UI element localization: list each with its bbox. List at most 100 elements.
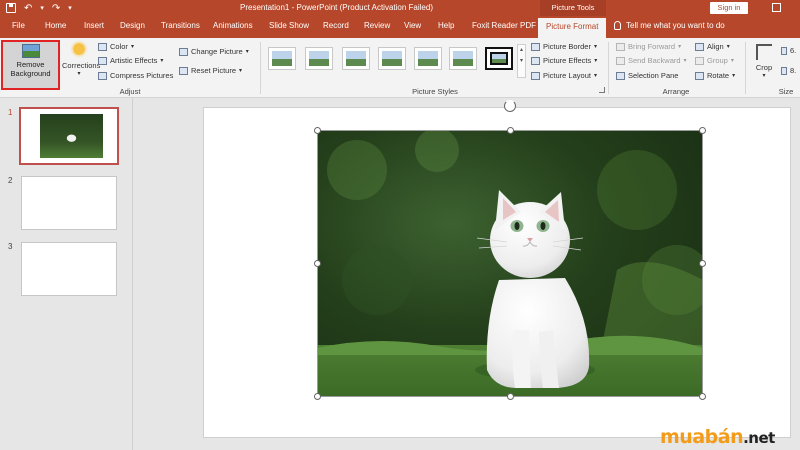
- resize-handle-bottom[interactable]: [507, 393, 514, 400]
- artistic-effects-icon: [98, 56, 107, 65]
- width-field[interactable]: 8.: [781, 66, 796, 75]
- reset-picture-icon: [179, 66, 188, 75]
- resize-handle-top-left[interactable]: [314, 127, 321, 134]
- group-button[interactable]: Group ▾: [695, 56, 734, 65]
- ribbon: Remove Background Corrections ▾ Color ▾ …: [0, 38, 800, 98]
- tab-record[interactable]: Record: [323, 21, 349, 30]
- chevron-down-icon: ▾: [594, 58, 598, 64]
- undo-icon[interactable]: ↶: [24, 3, 32, 14]
- resize-handle-bottom-left[interactable]: [314, 393, 321, 400]
- size-group-label: Size: [778, 87, 794, 96]
- slide-thumbnail-3[interactable]: [21, 242, 117, 296]
- bring-forward-button[interactable]: Bring Forward ▾: [616, 42, 681, 51]
- reset-picture-button[interactable]: Reset Picture ▾: [179, 66, 242, 75]
- picture-layout-label: Picture Layout: [543, 71, 591, 80]
- chevron-down-icon: ▾: [732, 73, 736, 79]
- crop-button[interactable]: Crop ▾: [752, 44, 776, 79]
- crop-icon: [756, 44, 772, 60]
- resize-handle-top-right[interactable]: [699, 127, 706, 134]
- tab-home[interactable]: Home: [45, 21, 66, 30]
- customize-qat-icon[interactable]: ▾: [68, 4, 72, 12]
- group-divider: [745, 42, 746, 94]
- color-button[interactable]: Color ▾: [98, 42, 134, 51]
- chevron-down-icon: ▾: [593, 73, 597, 79]
- chevron-down-icon: ▾: [683, 58, 687, 64]
- tell-me-text: Tell me what you want to do: [626, 21, 725, 30]
- compress-pictures-button[interactable]: Compress Pictures: [98, 71, 173, 80]
- tab-animations[interactable]: Animations: [213, 21, 253, 30]
- save-icon[interactable]: [6, 3, 16, 13]
- picture-style-3[interactable]: [342, 47, 370, 70]
- redo-icon[interactable]: ↷: [52, 3, 60, 14]
- compress-pictures-icon: [98, 71, 107, 80]
- align-button[interactable]: Align ▾: [695, 42, 730, 51]
- watermark-logo: muabán.net: [660, 426, 775, 448]
- tab-help[interactable]: Help: [438, 21, 454, 30]
- picture-border-button[interactable]: Picture Border ▾: [531, 42, 597, 51]
- selection-pane-icon: [616, 71, 625, 80]
- send-backward-icon: [616, 56, 625, 65]
- restore-window-icon[interactable]: [772, 3, 781, 12]
- picture-style-1[interactable]: [268, 47, 296, 70]
- resize-handle-right[interactable]: [699, 260, 706, 267]
- tab-file[interactable]: File: [12, 21, 25, 30]
- rotate-button[interactable]: Rotate ▾: [695, 71, 735, 80]
- tab-transitions[interactable]: Transitions: [161, 21, 200, 30]
- tab-review[interactable]: Review: [364, 21, 390, 30]
- ribbon-tabs: File Home Insert Design Transitions Anim…: [0, 16, 800, 38]
- slide-thumbnail-2[interactable]: [21, 176, 117, 230]
- chevron-down-icon: ▾: [239, 68, 243, 74]
- height-value: 6.: [790, 46, 797, 55]
- slide-thumbnail-1[interactable]: [19, 107, 119, 165]
- tell-me-search[interactable]: Tell me what you want to do: [614, 21, 725, 30]
- compress-pictures-label: Compress Pictures: [110, 71, 174, 80]
- picture-style-2[interactable]: [305, 47, 333, 70]
- picture-effects-button[interactable]: Picture Effects ▾: [531, 56, 597, 65]
- pane-divider[interactable]: [132, 98, 133, 450]
- send-backward-label: Send Backward: [628, 56, 681, 65]
- height-icon: [781, 46, 787, 55]
- selection-pane-button[interactable]: Selection Pane: [616, 71, 678, 80]
- picture-layout-button[interactable]: Picture Layout ▾: [531, 71, 597, 80]
- crop-label: Crop: [755, 63, 773, 72]
- tab-slide-show[interactable]: Slide Show: [269, 21, 309, 30]
- send-backward-button[interactable]: Send Backward ▾: [616, 56, 687, 65]
- picture-style-4[interactable]: [378, 47, 406, 70]
- resize-handle-bottom-right[interactable]: [699, 393, 706, 400]
- chevron-down-icon: ▾: [77, 71, 81, 77]
- remove-background-label-line1: Remove: [16, 60, 45, 69]
- corrections-button[interactable]: Corrections ▾: [62, 40, 100, 77]
- tab-view[interactable]: View: [404, 21, 421, 30]
- resize-handle-top[interactable]: [507, 127, 514, 134]
- tab-insert[interactable]: Insert: [84, 21, 104, 30]
- color-icon: [98, 42, 107, 51]
- cat-photo-image: [317, 130, 703, 397]
- change-picture-icon: [179, 47, 188, 56]
- remove-background-button[interactable]: Remove Background: [1, 40, 60, 90]
- tab-design[interactable]: Design: [120, 21, 145, 30]
- picture-style-6[interactable]: [449, 47, 477, 70]
- bring-forward-icon: [616, 42, 625, 51]
- align-label: Align: [707, 42, 724, 51]
- resize-handle-left[interactable]: [314, 260, 321, 267]
- chevron-down-icon: ▾: [726, 44, 730, 50]
- tab-picture-format[interactable]: Picture Format: [538, 18, 607, 38]
- picture-style-5[interactable]: [414, 47, 442, 70]
- sign-in-button[interactable]: Sign in: [710, 2, 748, 14]
- undo-dropdown-icon[interactable]: ▾: [40, 4, 44, 12]
- picture-style-7[interactable]: [485, 47, 513, 70]
- dialog-launcher-icon[interactable]: [599, 87, 605, 93]
- adjust-group-label: Adjust: [119, 87, 141, 96]
- height-field[interactable]: 6.: [781, 46, 796, 55]
- slide-thumbnail-pane: 1 2 3: [0, 98, 132, 450]
- tab-foxit-reader-pdf[interactable]: Foxit Reader PDF: [472, 21, 536, 30]
- change-picture-button[interactable]: Change Picture ▾: [179, 47, 249, 56]
- group-divider: [260, 42, 261, 94]
- rotate-handle-icon[interactable]: [504, 100, 516, 112]
- slide-thumbnail-picture: [40, 114, 103, 158]
- cat-photo[interactable]: [317, 130, 703, 397]
- chevron-down-icon: ▾: [730, 58, 734, 64]
- gallery-scroll[interactable]: ▴ ▾: [517, 44, 526, 78]
- color-label: Color: [110, 42, 128, 51]
- artistic-effects-button[interactable]: Artistic Effects ▾: [98, 56, 163, 65]
